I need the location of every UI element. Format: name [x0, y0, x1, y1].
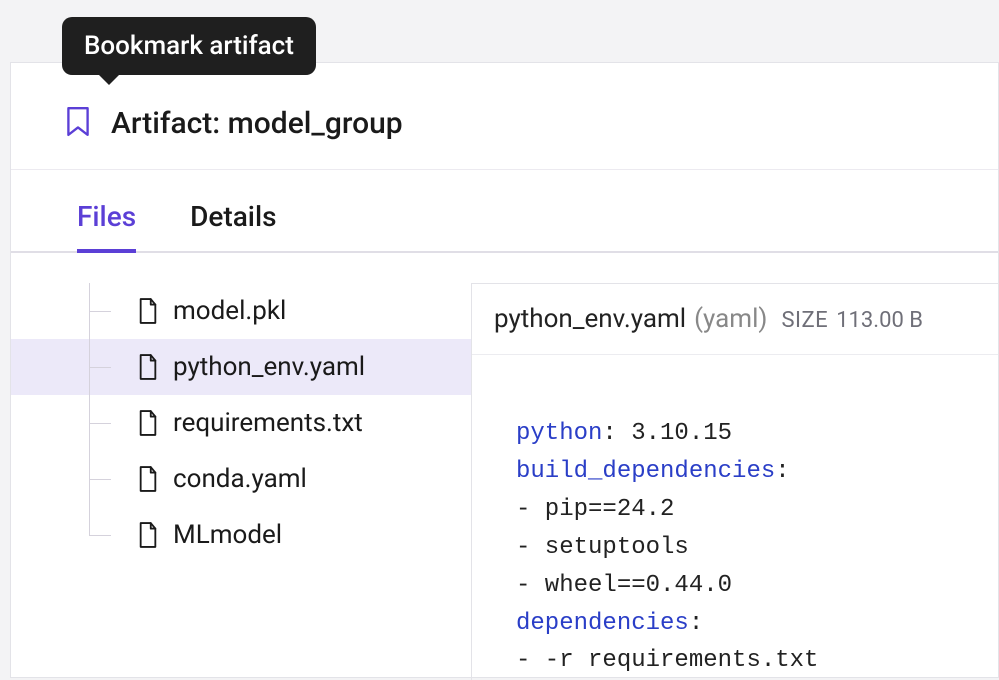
viewer-filetype: (yaml): [694, 304, 767, 334]
content-area: model.pkl python_env.yaml requirements.txt…: [11, 253, 998, 680]
file-tree-item[interactable]: model.pkl: [11, 283, 471, 339]
page-title: Artifact: model_group: [111, 106, 403, 141]
file-name: model.pkl: [173, 296, 286, 326]
file-tree-item[interactable]: MLmodel: [11, 507, 471, 563]
file-icon: [137, 521, 159, 549]
artifact-panel: Artifact: model_group Files Details mode…: [10, 62, 999, 678]
file-icon: [137, 353, 159, 381]
viewer-filename: python_env.yaml: [494, 304, 686, 334]
tab-bar: Files Details: [11, 170, 998, 253]
file-tree-item[interactable]: python_env.yaml: [11, 339, 471, 395]
tab-label: Files: [77, 200, 136, 233]
file-tree-item[interactable]: requirements.txt: [11, 395, 471, 451]
tab-files[interactable]: Files: [77, 200, 136, 251]
tooltip-text: Bookmark artifact: [84, 31, 294, 61]
bookmark-icon[interactable]: [65, 105, 91, 141]
code-block: python: 3.10.15 build_dependencies: - pi…: [472, 355, 998, 680]
file-name: MLmodel: [173, 520, 282, 550]
file-viewer: python_env.yaml (yaml) SIZE 113.00 B pyt…: [471, 283, 998, 680]
viewer-size-label: SIZE: [781, 308, 828, 333]
file-tree: model.pkl python_env.yaml requirements.txt…: [11, 275, 471, 680]
file-icon: [137, 409, 159, 437]
viewer-header: python_env.yaml (yaml) SIZE 113.00 B: [472, 284, 998, 355]
bookmark-tooltip: Bookmark artifact: [62, 17, 316, 75]
artifact-header: Artifact: model_group: [11, 63, 998, 170]
file-icon: [137, 297, 159, 325]
file-name: requirements.txt: [173, 408, 363, 438]
tab-details[interactable]: Details: [190, 200, 276, 251]
viewer-size-value: 113.00 B: [836, 308, 923, 333]
file-name: conda.yaml: [173, 464, 307, 494]
file-tree-item[interactable]: conda.yaml: [11, 451, 471, 507]
file-icon: [137, 465, 159, 493]
tab-label: Details: [190, 200, 276, 233]
file-name: python_env.yaml: [173, 352, 365, 382]
